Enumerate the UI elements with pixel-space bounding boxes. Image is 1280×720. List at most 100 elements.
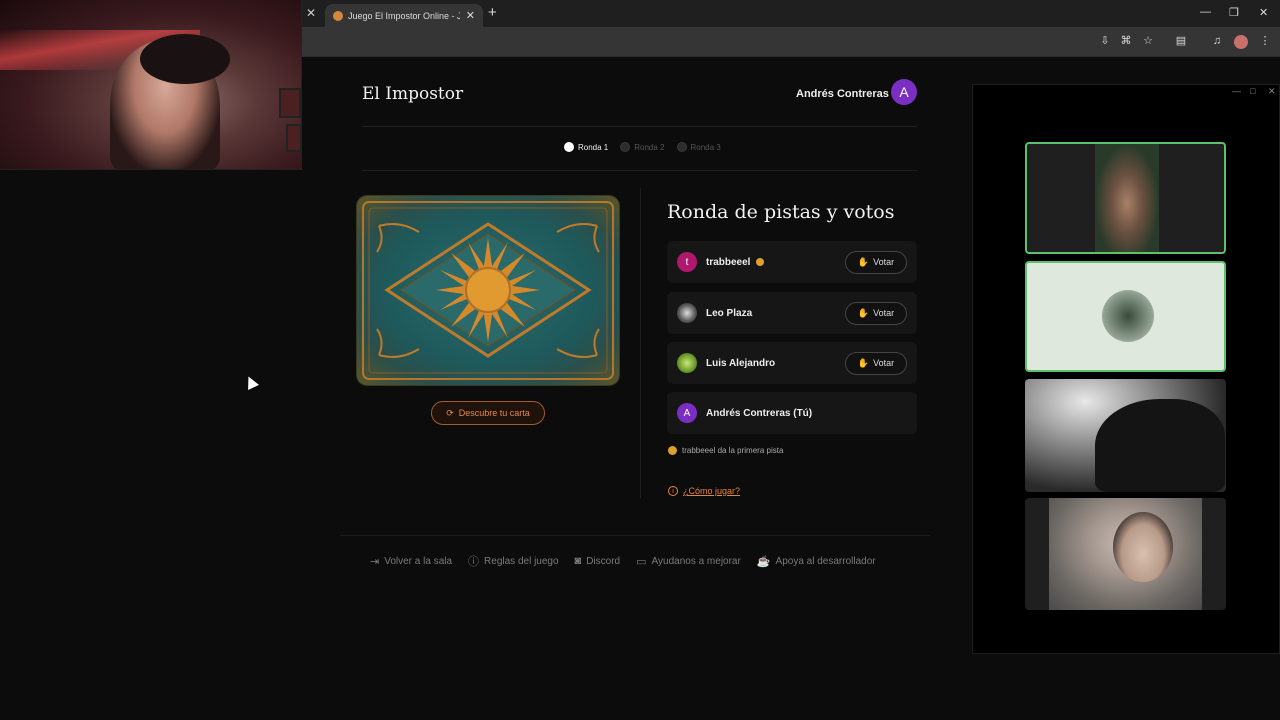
round-2: Ronda 2 (620, 142, 665, 152)
streamer-hair (140, 34, 230, 84)
turn-status-text: trabbeeel da la primera pista (682, 446, 784, 455)
translate-icon[interactable]: ⌘ (1119, 34, 1133, 48)
card-sun-illustration (362, 201, 614, 380)
vote-label: Votar (873, 308, 895, 318)
divider (340, 535, 930, 536)
window-close-icon[interactable]: ✕ (1259, 6, 1268, 19)
footer-link-label: Ayudanos a mejorar (651, 555, 741, 567)
round-indicator: Ronda 1 Ronda 2 Ronda 3 (564, 142, 721, 152)
player-name: Leo Plaza (706, 307, 753, 319)
round-label: Ronda 3 (690, 142, 721, 152)
close-tab-icon[interactable]: ✕ (306, 6, 316, 20)
favicon-icon (333, 10, 343, 21)
vote-button[interactable]: ✋ Votar (845, 351, 907, 375)
side-panel-icon[interactable]: ▤ (1174, 34, 1188, 48)
media-control-icon[interactable]: ♫ (1210, 34, 1224, 48)
footer-link-label: Volver a la sala (384, 555, 453, 567)
player-name: Luis Alejandro (706, 357, 776, 369)
video-tile[interactable] (1025, 498, 1226, 610)
wall-picture (286, 124, 301, 152)
round-label: Ronda 2 (634, 142, 665, 152)
participant-face (1113, 512, 1173, 582)
close-tab-icon[interactable]: ✕ (466, 9, 475, 22)
discord-icon: ◙ (574, 555, 582, 567)
divider (362, 126, 917, 127)
reveal-card-button[interactable]: ⟳ Descubre tu carta (431, 401, 545, 425)
install-app-icon[interactable]: ⇩ (1098, 34, 1112, 48)
refresh-icon: ⟳ (446, 407, 454, 418)
restore-icon[interactable]: ❐ (1229, 6, 1239, 19)
footer-link-discord[interactable]: ◙ Discord (575, 553, 621, 569)
streamer-webcam (0, 0, 302, 170)
player-row-self: A Andrés Contreras (Tú) (667, 392, 917, 434)
maximize-icon[interactable]: □ (1250, 86, 1255, 96)
vote-button[interactable]: ✋ Votar (845, 301, 907, 325)
exit-icon: ⇥ (370, 555, 380, 568)
round-1: Ronda 1 (564, 142, 608, 152)
coffee-icon: ☕ (756, 555, 771, 568)
video-tile[interactable] (1025, 142, 1226, 254)
participant-video (1095, 399, 1225, 492)
tab-title: Juego El Impostor Online - Jug (348, 10, 460, 21)
footer-link-back[interactable]: ⇥ Volver a la sala (370, 553, 452, 569)
player-name-row: trabbeeel (706, 257, 845, 268)
brand-title[interactable]: El Impostor (362, 84, 463, 104)
hand-icon: ✋ (857, 256, 870, 267)
minimize-icon[interactable]: — (1232, 86, 1241, 96)
footer-link-feedback[interactable]: ▭ Ayudanos a mejorar (636, 553, 741, 569)
footer-link-support[interactable]: ☕ Apoya al desarrollador (757, 553, 876, 569)
hand-icon: ✋ (857, 307, 870, 318)
panel-title: Ronda de pistas y votos (667, 201, 895, 223)
footer-link-label: Reglas del juego (484, 555, 559, 567)
video-tile[interactable] (1025, 379, 1226, 492)
round-dot-icon (676, 142, 687, 152)
info-icon: i (668, 486, 678, 496)
divider (362, 170, 917, 171)
browser-tab-active[interactable]: Juego El Impostor Online - Jug ✕ (325, 4, 483, 27)
footer-links: ⇥ Volver a la sala ⓘ Reglas del juego ◙ … (370, 553, 876, 569)
participant-video (1095, 144, 1159, 252)
kebab-menu-icon[interactable]: ⋮ (1258, 34, 1272, 48)
user-avatar[interactable]: A (891, 79, 917, 105)
vote-label: Votar (873, 257, 895, 267)
player-row: Leo Plaza ✋ Votar (667, 292, 917, 334)
bookmark-star-icon[interactable]: ☆ (1141, 34, 1155, 48)
video-tile[interactable] (1025, 261, 1226, 372)
player-row: t trabbeeel ✋ Votar (667, 241, 917, 283)
round-dot-icon (620, 142, 631, 152)
hand-icon: ✋ (857, 357, 870, 368)
how-to-play-label: ¿Cómo jugar? (683, 486, 741, 496)
divider (640, 188, 641, 498)
round-3: Ronda 3 (676, 142, 721, 152)
browser-toolbar (302, 27, 1280, 57)
user-name: Andrés Contreras (796, 88, 889, 100)
player-avatar: A (677, 403, 697, 423)
reveal-card-label: Descubre tu carta (458, 408, 530, 418)
coin-icon (756, 257, 765, 266)
player-name: trabbeeel (706, 256, 751, 268)
coin-icon (668, 446, 677, 455)
player-avatar (677, 353, 697, 373)
participant-avatar (1102, 290, 1154, 342)
turn-status: trabbeeel da la primera pista (668, 446, 783, 455)
window-close-icon[interactable]: ✕ (1268, 86, 1276, 97)
new-tab-button[interactable]: + (488, 4, 497, 21)
footer-link-rules[interactable]: ⓘ Reglas del juego (468, 553, 559, 569)
desktop-area (0, 170, 302, 720)
info-icon: ⓘ (468, 556, 480, 568)
player-avatar (677, 303, 697, 323)
participant-video (1049, 498, 1202, 610)
game-page (302, 57, 970, 720)
minimize-icon[interactable]: — (1200, 6, 1211, 18)
round-label: Ronda 1 (578, 142, 609, 152)
footer-link-label: Discord (586, 555, 621, 567)
player-row: Luis Alejandro ✋ Votar (667, 342, 917, 384)
how-to-play-link[interactable]: i ¿Cómo jugar? (668, 486, 740, 496)
vote-label: Votar (873, 358, 895, 368)
feedback-icon: ▭ (636, 555, 647, 568)
profile-avatar[interactable] (1234, 35, 1248, 49)
footer-link-label: Apoya al desarrollador (775, 555, 876, 567)
secret-card[interactable] (357, 196, 619, 385)
vote-button[interactable]: ✋ Votar (845, 250, 907, 274)
round-dot-icon (564, 142, 574, 152)
